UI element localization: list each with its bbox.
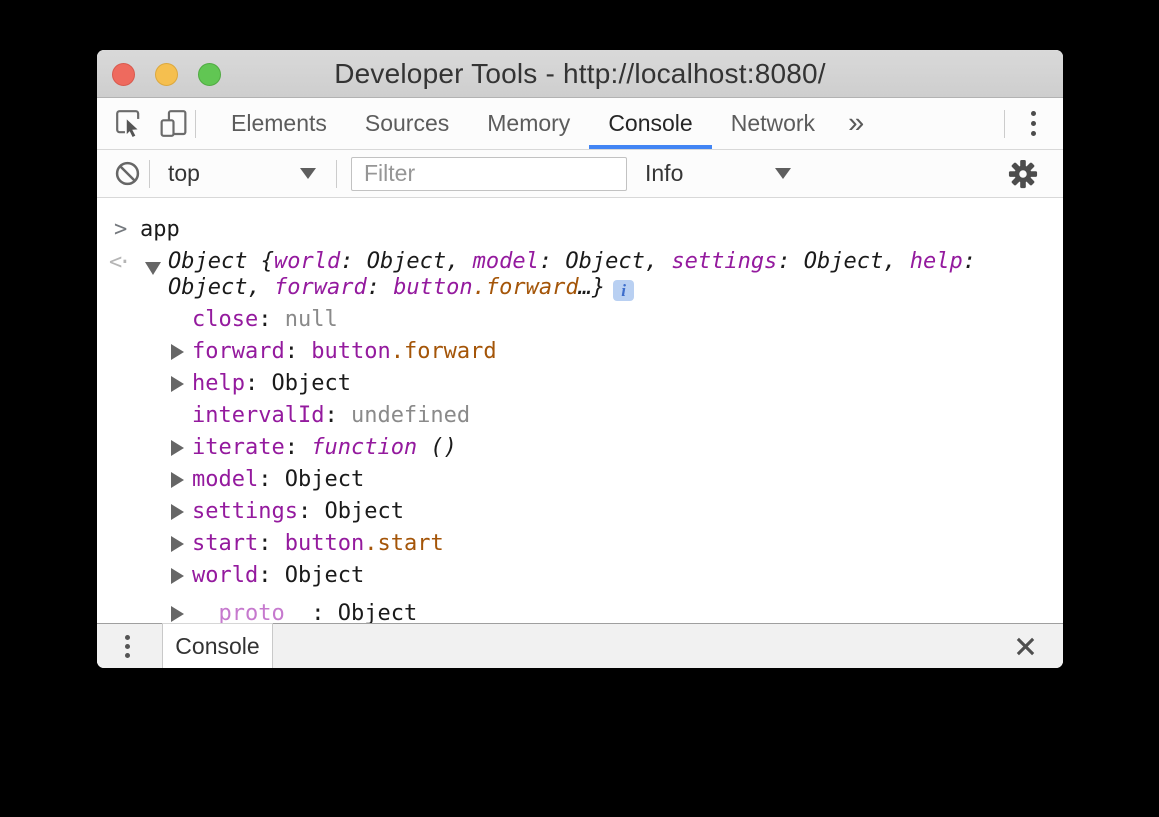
frame-context-value: top xyxy=(168,160,200,187)
toolbar-separator xyxy=(149,160,150,188)
minimize-window-button[interactable] xyxy=(155,63,178,86)
property-row[interactable]: start: button.start xyxy=(97,528,1063,560)
property-text: settings: Object xyxy=(192,499,404,524)
frame-context-select[interactable]: top xyxy=(154,150,332,197)
close-window-button[interactable] xyxy=(112,63,135,86)
property-row[interactable]: help: Object xyxy=(97,368,1063,400)
toolbar-separator xyxy=(1004,110,1005,138)
ban-icon xyxy=(114,160,141,187)
close-drawer-button[interactable] xyxy=(1003,624,1047,668)
titlebar: Developer Tools - http://localhost:8080/ xyxy=(97,50,1063,98)
property-text: model: Object xyxy=(192,467,364,492)
property-text: close: null xyxy=(192,307,338,332)
more-tabs-button[interactable]: » xyxy=(834,98,878,149)
expand-triangle-icon[interactable] xyxy=(171,376,184,392)
property-text: iterate: function () xyxy=(192,435,457,460)
inspect-element-button[interactable] xyxy=(107,103,151,145)
drawer-menu-button[interactable] xyxy=(107,624,147,668)
object-preview-text: Object {world: Object, model: Object, se… xyxy=(168,249,976,300)
property-text: start: button.start xyxy=(192,531,444,556)
drawer-bar: Console xyxy=(97,623,1063,668)
tab-console[interactable]: Console xyxy=(589,98,711,149)
chevron-down-icon xyxy=(300,168,316,179)
gear-icon xyxy=(1008,159,1038,189)
window-title: Developer Tools - http://localhost:8080/ xyxy=(334,58,826,90)
device-toolbar-button[interactable] xyxy=(151,103,195,145)
expand-triangle-icon[interactable] xyxy=(171,606,184,622)
log-level-value: Info xyxy=(645,160,683,187)
tab-sources[interactable]: Sources xyxy=(346,98,468,149)
property-text: __proto__: Object xyxy=(192,601,417,623)
property-row[interactable]: iterate: function () xyxy=(97,432,1063,464)
kebab-menu-icon xyxy=(125,644,130,649)
property-text: world: Object xyxy=(192,563,364,588)
property-row[interactable]: forward: button.forward xyxy=(97,336,1063,368)
object-properties: close: null forward: button.forward help… xyxy=(97,304,1063,623)
tab-network[interactable]: Network xyxy=(712,98,834,149)
property-row[interactable]: close: null xyxy=(97,304,1063,336)
property-row[interactable]: intervalId: undefined xyxy=(97,400,1063,432)
property-text: forward: button.forward xyxy=(192,339,497,364)
tab-memory[interactable]: Memory xyxy=(468,98,589,149)
expand-triangle-icon[interactable] xyxy=(171,344,184,360)
expand-triangle-icon[interactable] xyxy=(171,536,184,552)
collapse-triangle-icon[interactable] xyxy=(145,262,161,275)
property-row[interactable]: __proto__: Object xyxy=(97,598,1063,623)
expand-triangle-icon[interactable] xyxy=(171,440,184,456)
device-toolbar-icon xyxy=(158,108,189,139)
close-icon xyxy=(1015,636,1036,657)
tab-elements[interactable]: Elements xyxy=(212,98,346,149)
zoom-window-button[interactable] xyxy=(198,63,221,86)
filter-input[interactable] xyxy=(351,157,627,191)
kebab-menu-icon xyxy=(1031,121,1036,126)
console-prompt-icon: > xyxy=(114,217,127,243)
main-menu-button[interactable] xyxy=(1015,104,1051,144)
console-output: > app <· Object {world: Object, model: O… xyxy=(97,198,1063,623)
panel-tabs: Elements Sources Memory Console Network xyxy=(212,98,834,149)
console-toolbar: top Info xyxy=(97,150,1063,198)
console-input-entry: > app xyxy=(97,214,1063,246)
settings-button[interactable] xyxy=(1001,153,1045,195)
property-row[interactable]: settings: Object xyxy=(97,496,1063,528)
log-level-select[interactable]: Info xyxy=(645,150,799,197)
property-text: help: Object xyxy=(192,371,351,396)
kebab-menu-icon xyxy=(125,635,130,640)
object-preview[interactable]: Object {world: Object, model: Object, se… xyxy=(168,249,980,301)
property-row[interactable]: world: Object xyxy=(97,560,1063,592)
inspect-cursor-icon xyxy=(114,108,145,139)
traffic-lights xyxy=(112,50,221,98)
toolbar-separator xyxy=(336,160,337,188)
toolbar-separator xyxy=(195,110,196,138)
kebab-menu-icon xyxy=(1031,131,1036,136)
clear-console-button[interactable] xyxy=(105,153,149,195)
kebab-menu-icon xyxy=(1031,111,1036,116)
console-input-text: app xyxy=(97,217,1063,243)
console-result-entry: <· Object {world: Object, model: Object,… xyxy=(97,246,1063,304)
kebab-menu-icon xyxy=(125,653,130,658)
expand-triangle-icon[interactable] xyxy=(171,568,184,584)
main-toolbar: Elements Sources Memory Console Network … xyxy=(97,98,1063,150)
drawer-tab-console[interactable]: Console xyxy=(162,623,273,668)
expand-triangle-icon[interactable] xyxy=(171,472,184,488)
expand-triangle-icon[interactable] xyxy=(171,504,184,520)
result-arrow-icon: <· xyxy=(109,250,128,276)
property-text: intervalId: undefined xyxy=(192,403,470,428)
devtools-window: Developer Tools - http://localhost:8080/… xyxy=(97,50,1063,668)
info-icon: i xyxy=(613,280,634,301)
chevron-down-icon xyxy=(775,168,791,179)
property-row[interactable]: model: Object xyxy=(97,464,1063,496)
